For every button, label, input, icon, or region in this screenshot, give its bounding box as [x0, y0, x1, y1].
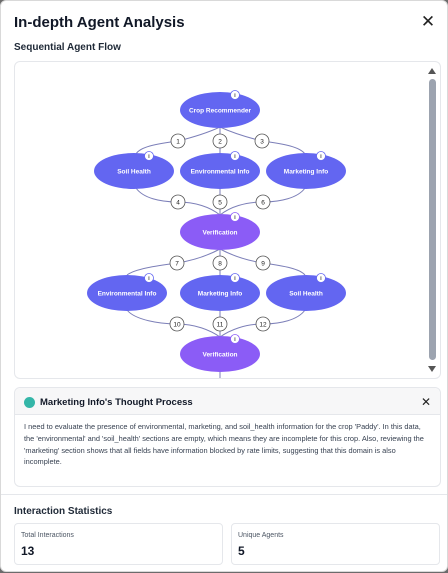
- node-label: Marketing Info: [198, 291, 242, 298]
- stat-card-total-interactions: Total Interactions 13: [14, 523, 223, 565]
- step-number: 6: [261, 200, 265, 207]
- stat-value: 13: [21, 544, 35, 558]
- agent-node-marketing-info[interactable]: Marketing Info i: [180, 273, 260, 312]
- stat-card-unique-agents: Unique Agents 5: [231, 523, 440, 565]
- node-label: Verification: [202, 230, 237, 237]
- step-number: 5: [218, 200, 222, 207]
- agent-node-verification[interactable]: Verification i: [180, 334, 260, 373]
- step-number: 9: [261, 261, 265, 268]
- flow-scrollbar[interactable]: [427, 62, 438, 378]
- step-number: 8: [218, 261, 222, 268]
- thought-title: Marketing Info's Thought Process: [40, 397, 193, 408]
- step-badge[interactable]: 2: [212, 133, 228, 149]
- close-icon[interactable]: ✕: [421, 395, 431, 409]
- step-badge[interactable]: 4: [170, 194, 186, 210]
- step-number: 4: [176, 200, 180, 207]
- agent-node-soil-health[interactable]: Soil Health i: [266, 273, 346, 312]
- step-badge[interactable]: 9: [255, 255, 271, 271]
- edge-line: [126, 262, 178, 276]
- step-number: 10: [173, 322, 181, 329]
- step-badge[interactable]: 7: [169, 255, 185, 271]
- stat-label: Total Interactions: [21, 532, 74, 539]
- node-label: Environmental Info: [98, 291, 157, 298]
- stat-label: Unique Agents: [238, 532, 284, 539]
- thought-body: I need to evaluate the presence of envir…: [24, 422, 424, 467]
- node-label: Environmental Info: [191, 169, 250, 176]
- stats-section-label: Interaction Statistics: [14, 506, 113, 517]
- scroll-down-icon[interactable]: [428, 366, 436, 372]
- agent-flow-diagram[interactable]: Crop Recommender i Soil Health i Environ…: [14, 61, 441, 379]
- node-label: Marketing Info: [284, 169, 328, 176]
- step-badge[interactable]: 3: [254, 133, 270, 149]
- step-badge[interactable]: 8: [212, 255, 228, 271]
- step-number: 12: [259, 322, 267, 329]
- step-number: 3: [260, 139, 264, 146]
- step-badge[interactable]: 12: [255, 316, 271, 332]
- node-label: Soil Health: [117, 169, 151, 176]
- step-number: 1: [176, 139, 180, 146]
- agent-node-environmental-info[interactable]: Environmental Info i: [180, 151, 260, 190]
- scroll-up-icon[interactable]: [428, 68, 436, 74]
- step-number: 11: [217, 322, 224, 329]
- divider: [1, 494, 447, 495]
- scrollbar-thumb[interactable]: [429, 79, 436, 360]
- modal-title: In-depth Agent Analysis: [14, 14, 185, 31]
- agent-color-dot-icon: [24, 397, 35, 408]
- agent-node-soil-health[interactable]: Soil Health i: [94, 151, 174, 190]
- thought-header: Marketing Info's Thought Process ✕: [15, 388, 440, 415]
- node-label: Soil Health: [289, 291, 323, 298]
- step-badge[interactable]: 10: [169, 316, 185, 332]
- agent-node-marketing-info[interactable]: Marketing Info i: [266, 151, 346, 190]
- agent-node-environmental-info[interactable]: Environmental Info i: [87, 273, 167, 312]
- agent-node-verification[interactable]: Verification i: [180, 212, 260, 251]
- close-icon[interactable]: ✕: [419, 13, 437, 31]
- flow-section-label: Sequential Agent Flow: [14, 42, 121, 53]
- flow-svg: Crop Recommender i Soil Health i Environ…: [87, 90, 346, 378]
- agent-analysis-modal: In-depth Agent Analysis ✕ Sequential Age…: [0, 0, 448, 572]
- node-label: Crop Recommender: [189, 108, 252, 115]
- edge-line: [126, 309, 178, 325]
- step-number: 7: [175, 261, 179, 268]
- step-number: 2: [218, 139, 222, 146]
- step-badge[interactable]: 1: [170, 133, 186, 149]
- step-badge[interactable]: 6: [255, 194, 271, 210]
- thought-process-panel: Marketing Info's Thought Process ✕ I nee…: [14, 387, 441, 487]
- step-badge[interactable]: 11: [212, 316, 228, 332]
- stat-value: 5: [238, 544, 245, 558]
- agent-node-crop-recommender[interactable]: Crop Recommender i: [180, 90, 260, 129]
- step-badge[interactable]: 5: [212, 194, 228, 210]
- node-label: Verification: [202, 352, 237, 359]
